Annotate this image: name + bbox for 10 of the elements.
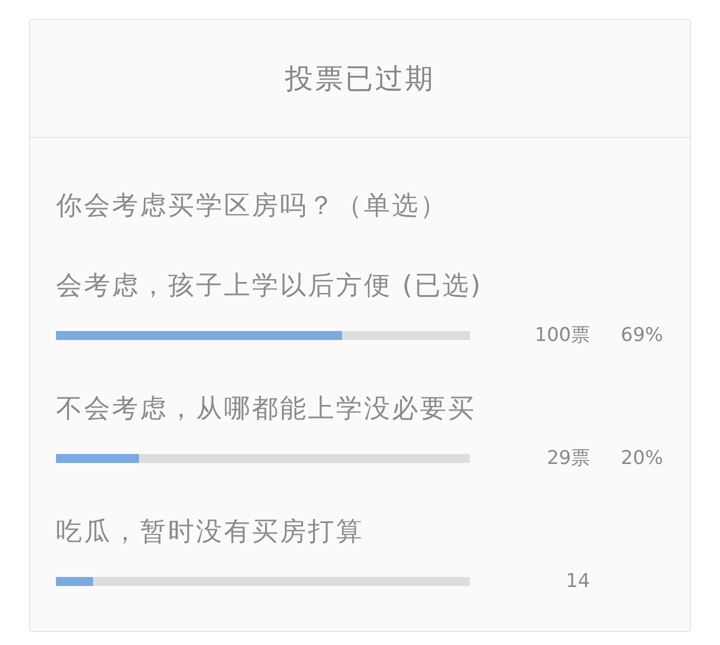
option-label: 吃瓜，暂时没有买房打算: [56, 516, 364, 549]
option-label: 会考虑，孩子上学以后方便 (已选): [56, 270, 483, 303]
vote-percentage: 20%: [620, 446, 663, 470]
vote-count: 14: [566, 569, 590, 593]
poll-status-title: 投票已过期: [285, 60, 435, 96]
vote-count: 29票: [546, 446, 590, 470]
vote-percentage: 69%: [620, 323, 663, 347]
option-label: 不会考虑，从哪都能上学没必要买: [56, 393, 476, 426]
vote-count: 100票: [534, 323, 590, 347]
poll-question: 你会考虑买学区房吗？（单选）: [56, 190, 448, 223]
